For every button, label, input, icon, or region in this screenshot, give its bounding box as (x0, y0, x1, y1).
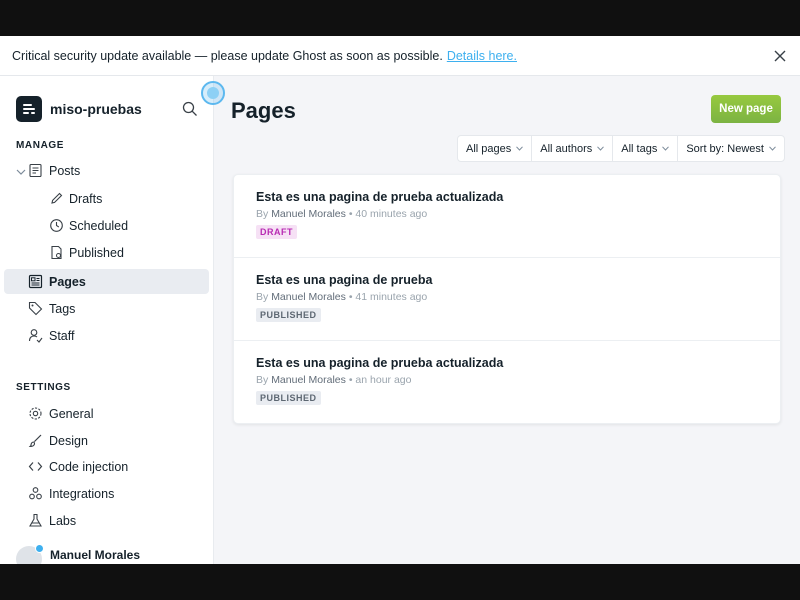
page-item-author: Manuel Morales (271, 374, 346, 386)
list-item[interactable]: Esta es una pagina de prueba actualizada… (234, 341, 782, 424)
user-name: Manuel Morales (50, 548, 141, 562)
chevron-down-icon[interactable] (16, 166, 26, 176)
page-item-author: Manuel Morales (271, 291, 346, 303)
sidebar-item-label: Published (69, 245, 124, 260)
site-name: miso-pruebas (50, 101, 142, 117)
sidebar-item-drafts[interactable]: Drafts (4, 186, 209, 211)
posts-icon (28, 163, 43, 178)
sidebar-item-published[interactable]: Published (4, 240, 209, 265)
sidebar-item-integrations[interactable]: Integrations (4, 481, 209, 506)
new-page-button[interactable]: New page (711, 95, 781, 123)
status-badge: PUBLISHED (256, 308, 321, 322)
sidebar-item-label: Posts (49, 163, 81, 178)
meta-by: By (256, 291, 269, 303)
sidebar-item-design[interactable]: Design (4, 428, 209, 453)
meta-by: By (256, 208, 269, 220)
list-item[interactable]: Esta es una pagina de prueba By Manuel M… (234, 258, 782, 341)
avatar (16, 544, 44, 564)
notification-dot (35, 544, 44, 553)
site-logo (16, 96, 42, 122)
alert-message: Critical security update available — ple… (12, 48, 443, 63)
filter-label: All pages (466, 142, 512, 155)
page-item-title: Esta es una pagina de prueba actualizada (256, 190, 504, 204)
caret-down-icon (516, 146, 524, 151)
clock-icon (49, 218, 64, 233)
filter-tag-select[interactable]: All tags (613, 136, 679, 161)
sidebar-item-label: Design (49, 433, 88, 448)
page-item-author: Manuel Morales (271, 208, 346, 220)
manage-section-label: MANAGE (16, 140, 65, 151)
page-item-title: Esta es una pagina de prueba actualizada (256, 356, 504, 370)
ghost-admin: Critical security update available — ple… (0, 36, 800, 564)
page-item-meta: By Manuel Morales • 40 minutes ago (256, 208, 427, 220)
code-icon (28, 459, 43, 474)
alert-details-link[interactable]: Details here. (447, 49, 517, 63)
page-item-meta: By Manuel Morales • 41 minutes ago (256, 291, 427, 303)
meta-separator: • (348, 208, 353, 220)
pencil-icon (49, 191, 64, 206)
meta-by: By (256, 374, 269, 386)
sidebar-item-labs[interactable]: Labs (4, 508, 209, 533)
main-content: Pages New page All pages All authors All… (214, 76, 800, 564)
flask-icon (28, 513, 43, 528)
filter-author-select[interactable]: All authors (532, 136, 614, 161)
list-item[interactable]: Esta es una pagina de prueba actualizada… (234, 175, 782, 258)
meta-separator: • (348, 374, 353, 386)
close-icon[interactable] (772, 48, 788, 64)
status-badge: PUBLISHED (256, 391, 321, 405)
letterbox-top (0, 0, 800, 36)
page-item-title: Esta es una pagina de prueba (256, 273, 433, 287)
page-item-time: 41 minutes ago (355, 291, 428, 303)
pages-icon (28, 274, 43, 289)
search-icon[interactable] (182, 101, 198, 117)
filter-label: All authors (540, 142, 593, 155)
sidebar-item-pages[interactable]: Pages (4, 269, 209, 294)
security-alert-banner: Critical security update available — ple… (0, 36, 800, 76)
sidebar-item-label: Pages (49, 274, 86, 289)
sidebar-item-tags[interactable]: Tags (4, 296, 209, 321)
sidebar-item-staff[interactable]: Staff (4, 323, 209, 348)
sidebar-item-label: Scheduled (69, 218, 129, 233)
filter-label: Sort by: Newest (686, 142, 764, 155)
sidebar-item-label: General (49, 406, 94, 421)
sidebar: miso-pruebas MANAGE Posts Drafts Schedul… (0, 76, 214, 564)
sidebar-item-label: Staff (49, 328, 75, 343)
brush-icon (28, 433, 43, 448)
settings-section-label: SETTINGS (16, 382, 71, 393)
sort-select[interactable]: Sort by: Newest (678, 136, 784, 161)
user-menu[interactable]: Manuel Morales (16, 544, 141, 564)
sidebar-item-general[interactable]: General (4, 401, 209, 426)
sidebar-item-label: Integrations (49, 486, 115, 501)
page-item-meta: By Manuel Morales • an hour ago (256, 374, 411, 386)
published-icon (49, 245, 64, 260)
filter-type-select[interactable]: All pages (458, 136, 533, 161)
sidebar-item-label: Labs (49, 513, 77, 528)
sidebar-item-posts[interactable]: Posts (4, 158, 209, 183)
meta-separator: • (348, 291, 353, 303)
sidebar-item-label: Drafts (69, 191, 103, 206)
caret-down-icon (597, 146, 605, 151)
letterbox-bottom (0, 564, 800, 600)
filter-label: All tags (621, 142, 658, 155)
sidebar-item-label: Code injection (49, 459, 129, 474)
caret-down-icon (769, 146, 776, 151)
gear-icon (28, 406, 43, 421)
integrations-icon (28, 486, 43, 501)
pages-list: Esta es una pagina de prueba actualizada… (233, 174, 782, 424)
sidebar-item-label: Tags (49, 301, 76, 316)
site-brand[interactable]: miso-pruebas (16, 96, 142, 122)
status-badge: DRAFT (256, 225, 297, 239)
sidebar-item-scheduled[interactable]: Scheduled (4, 213, 209, 238)
page-item-time: 40 minutes ago (355, 208, 428, 220)
filter-bar: All pages All authors All tags Sort by: … (457, 135, 785, 162)
caret-down-icon (662, 146, 670, 151)
page-item-time: an hour ago (355, 374, 412, 386)
sidebar-item-code-injection[interactable]: Code injection (4, 454, 209, 479)
staff-icon (28, 328, 43, 343)
tag-icon (28, 301, 43, 316)
page-title: Pages (231, 98, 296, 123)
